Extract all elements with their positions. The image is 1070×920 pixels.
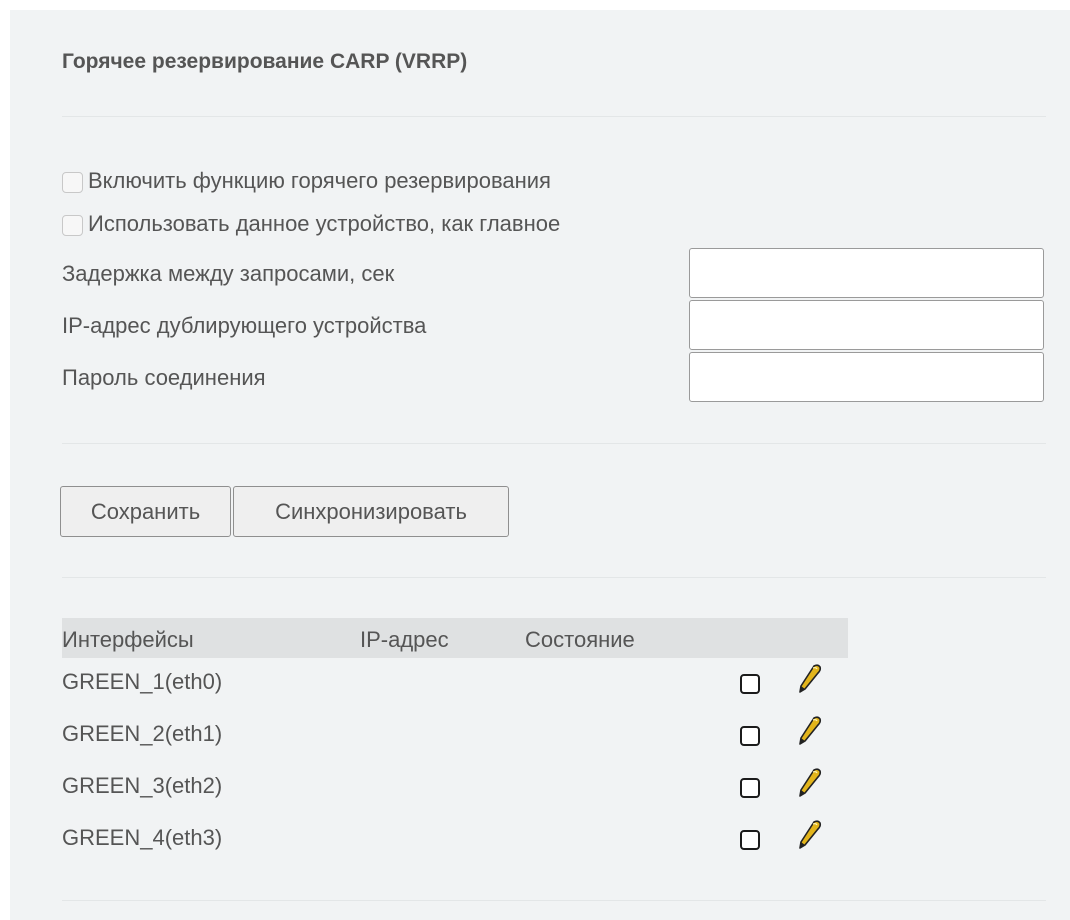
interface-select-checkbox[interactable] — [740, 726, 760, 746]
table-row: GREEN_4(eth3) — [62, 814, 848, 866]
interface-name: GREEN_1(eth0) — [62, 669, 223, 694]
password-input[interactable] — [689, 352, 1044, 402]
use-as-master-checkbox-box[interactable] — [62, 214, 83, 236]
column-header-state: Состояние — [525, 627, 635, 652]
column-header-interfaces: Интерфейсы — [62, 627, 194, 652]
pencil-icon[interactable] — [797, 664, 823, 694]
divider — [62, 577, 1046, 578]
save-button[interactable]: Сохранить — [60, 486, 231, 537]
table-body: GREEN_1(eth0) GREEN_2(eth1) GREEN_3(eth2) G… — [62, 658, 848, 866]
delay-input[interactable] — [689, 248, 1044, 298]
table-row: GREEN_1(eth0) — [62, 658, 848, 710]
sync-button[interactable]: Синхронизировать — [233, 486, 509, 537]
use-as-master-checkbox[interactable]: Использовать данное устройство, как глав… — [62, 211, 560, 237]
interface-name: GREEN_3(eth2) — [62, 773, 223, 798]
password-label: Пароль соединения — [62, 365, 266, 390]
enable-failover-label: Включить функцию горячего резервирования — [88, 168, 551, 193]
column-header-ip: IP-адрес — [360, 627, 449, 652]
divider — [62, 900, 1046, 901]
enable-failover-checkbox[interactable]: Включить функцию горячего резервирования — [62, 168, 551, 194]
interface-name: GREEN_2(eth1) — [62, 721, 223, 746]
divider — [62, 116, 1046, 117]
pencil-icon[interactable] — [797, 820, 823, 850]
interface-select-checkbox[interactable] — [740, 778, 760, 798]
pencil-icon[interactable] — [797, 716, 823, 746]
divider — [62, 443, 1046, 444]
table-row: GREEN_2(eth1) — [62, 710, 848, 762]
table-header: Интерфейсы IP-адрес Состояние — [62, 618, 848, 658]
interface-select-checkbox[interactable] — [740, 674, 760, 694]
peer-ip-input[interactable] — [689, 300, 1044, 350]
carp-settings-panel: Горячее резервирование CARP (VRRP) Включ… — [10, 10, 1070, 920]
delay-label: Задержка между запросами, сек — [62, 261, 395, 286]
interface-select-checkbox[interactable] — [740, 830, 760, 850]
use-as-master-label: Использовать данное устройство, как глав… — [88, 211, 561, 236]
enable-failover-checkbox-box[interactable] — [62, 171, 83, 193]
interface-name: GREEN_4(eth3) — [62, 825, 223, 850]
table-row: GREEN_3(eth2) — [62, 762, 848, 814]
peer-ip-label: IP-адрес дублирующего устройства — [62, 313, 427, 338]
pencil-icon[interactable] — [797, 768, 823, 798]
page-title: Горячее резервирование CARP (VRRP) — [62, 50, 468, 73]
interfaces-table: Интерфейсы IP-адрес Состояние GREEN_1(et… — [62, 618, 848, 866]
